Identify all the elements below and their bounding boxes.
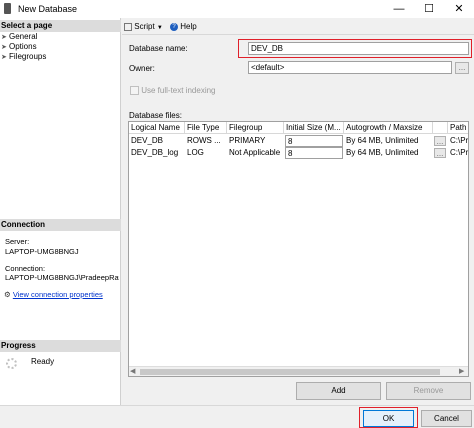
column-header-blank [433, 122, 448, 134]
cell-filegroup[interactable]: Not Applicable [227, 147, 284, 159]
chevron-down-icon: ▼ [156, 25, 163, 31]
column-header-logical-name[interactable]: Logical Name [129, 122, 185, 134]
owner-input[interactable]: <default> [248, 61, 452, 74]
app-icon [4, 3, 11, 14]
database-name-input[interactable]: DEV_DB [248, 42, 469, 55]
cell-filegroup[interactable]: PRIMARY [227, 135, 284, 147]
column-header-autogrowth[interactable]: Autogrowth / Maxsize [344, 122, 433, 134]
scroll-left-icon[interactable]: ◀ [130, 367, 135, 376]
cell-path[interactable]: C:\Pro [448, 135, 468, 147]
cell-initial-size[interactable]: 8 [285, 135, 343, 147]
scroll-thumb[interactable] [140, 369, 440, 375]
wrench-icon: ➤ [1, 54, 7, 61]
progress-status: Ready [31, 357, 55, 366]
connection-header: Connection [0, 219, 121, 231]
column-header-file-type[interactable]: File Type [185, 122, 227, 134]
cancel-button[interactable]: Cancel [421, 410, 472, 427]
title-bar: New Database — ☐ ✕ [0, 0, 474, 18]
page-options-label: Options [9, 42, 37, 51]
view-connection-link[interactable]: View connection properties [13, 290, 103, 299]
server-value: LAPTOP-UMG8BNGJ [5, 247, 79, 256]
horizontal-scrollbar[interactable]: ◀ ▶ [129, 366, 468, 376]
database-files-grid[interactable]: Logical Name File Type Filegroup Initial… [128, 121, 469, 377]
ok-button[interactable]: OK [363, 410, 414, 427]
cell-path[interactable]: C:\Pro [448, 147, 468, 159]
cell-logical-name[interactable]: DEV_DB [129, 135, 185, 147]
full-text-label: Use full-text indexing [141, 86, 216, 95]
full-text-checkbox[interactable] [130, 86, 139, 96]
cell-initial-size[interactable]: 8 [285, 147, 343, 159]
database-name-label: Database name: [129, 44, 188, 53]
minimize-icon[interactable]: — [384, 1, 414, 17]
view-connection-row[interactable]: ⚙ View connection properties [4, 290, 103, 299]
select-page-header: Select a page [0, 20, 121, 32]
script-button[interactable]: Script ▼ [124, 22, 163, 31]
cell-file-type[interactable]: ROWS ... [185, 135, 227, 147]
connection-properties-icon: ⚙ [4, 290, 11, 299]
owner-label: Owner: [129, 64, 155, 73]
maximize-icon[interactable]: ☐ [414, 1, 444, 17]
scroll-right-icon[interactable]: ▶ [459, 367, 464, 376]
cell-autogrowth[interactable]: By 64 MB, Unlimited [344, 135, 433, 147]
page-filegroups[interactable]: ➤ Filegroups [1, 52, 46, 63]
cell-file-type[interactable]: LOG [185, 147, 227, 159]
bottom-divider [0, 405, 474, 406]
remove-button[interactable]: Remove [386, 382, 471, 400]
cell-autogrowth[interactable]: By 64 MB, Unlimited [344, 147, 433, 159]
connection-label: Connection: [5, 264, 46, 273]
close-icon[interactable]: ✕ [444, 1, 474, 17]
autogrowth-edit-button[interactable]: ... [434, 136, 446, 146]
full-text-row[interactable]: Use full-text indexing [130, 86, 216, 96]
database-files-label: Database files: [129, 111, 182, 120]
column-header-initial-size[interactable]: Initial Size (M... [284, 122, 344, 134]
help-icon: ? [170, 22, 178, 31]
owner-browse-button[interactable]: ... [455, 62, 469, 74]
window-title: New Database [18, 4, 78, 14]
progress-header: Progress [0, 340, 121, 352]
script-label: Script [134, 22, 155, 31]
cell-logical-name[interactable]: DEV_DB_log [129, 147, 185, 159]
add-button[interactable]: Add [296, 382, 381, 400]
script-icon [124, 22, 132, 31]
autogrowth-edit-button[interactable]: ... [434, 148, 446, 158]
column-header-filegroup[interactable]: Filegroup [227, 122, 284, 134]
connection-value: LAPTOP-UMG8BNGJ\PradeepRaf [5, 273, 119, 282]
help-button[interactable]: ? Help [170, 22, 197, 31]
server-label: Server: [5, 237, 30, 246]
toolbar-divider [122, 34, 474, 35]
help-label: Help [180, 22, 197, 31]
page-filegroups-label: Filegroups [9, 52, 47, 61]
column-header-path[interactable]: Path [448, 122, 468, 134]
progress-spinner-icon [6, 358, 17, 369]
page-general-label: General [9, 32, 38, 41]
left-pane: Select a page ➤ General ➤ Options ➤ Filegro… [0, 18, 121, 405]
